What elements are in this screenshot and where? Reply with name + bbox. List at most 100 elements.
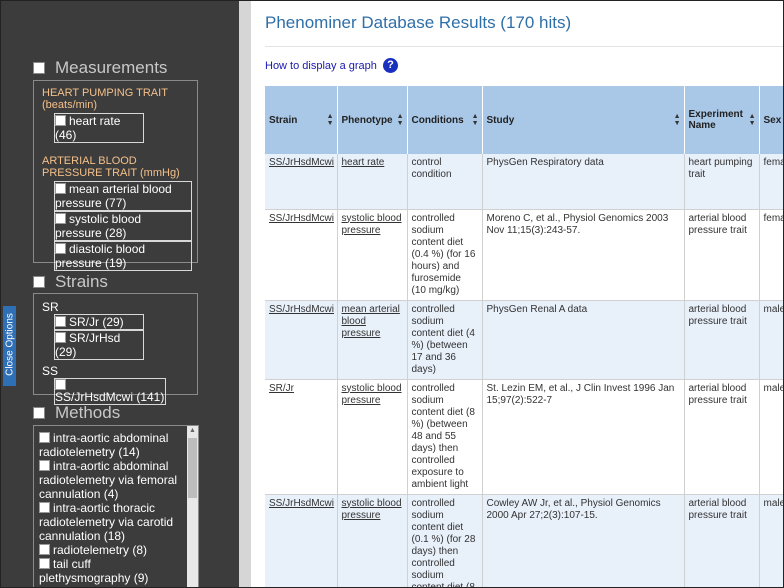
conditions-cell: controlled sodium content diet (8 %) (be… <box>407 379 483 495</box>
table-row: SR/Jr systolic blood pressure controlled… <box>265 379 783 495</box>
methods-list[interactable]: intra-aortic abdominal radiotelemetry (1… <box>33 425 199 587</box>
methods-scrollbar[interactable]: ▲ <box>187 426 198 587</box>
question-circle-icon[interactable]: ? <box>383 58 398 73</box>
how-to-graph-link[interactable]: How to display a graph <box>265 60 377 72</box>
option-mean-arterial-bp[interactable]: mean arterial blood pressure (77) <box>54 181 192 211</box>
study-cell: Moreno C, et al., Physiol Genomics 2003 … <box>482 209 685 301</box>
close-options-label: Close Options <box>4 313 16 376</box>
checkbox[interactable] <box>55 379 66 390</box>
strain-group-sr: SR <box>42 300 59 314</box>
checkbox[interactable] <box>39 502 50 513</box>
table-row: SS/JrHsdMcwi heart rate control conditio… <box>265 154 783 210</box>
sort-icon[interactable]: ▲ ▼ <box>472 113 479 127</box>
measurements-checkbox[interactable] <box>33 62 45 74</box>
checkbox[interactable] <box>55 243 66 254</box>
sex-cell: fema <box>759 209 783 301</box>
scrollbar-thumb[interactable] <box>188 438 197 498</box>
sex-cell: male <box>759 379 783 495</box>
sort-icon[interactable]: ▲ ▼ <box>749 113 756 127</box>
sex-cell: fema <box>759 154 783 210</box>
table-row: SS/JrHsdMcwi systolic blood pressure con… <box>265 494 783 587</box>
checkbox[interactable] <box>55 332 66 343</box>
panel-divider <box>239 1 251 587</box>
conditions-cell: controlled sodium content diet (0.4 %) (… <box>407 209 483 301</box>
checkbox[interactable] <box>39 544 50 555</box>
measurements-title: Measurements <box>55 58 168 77</box>
method-option[interactable]: radiotelemetry (8) <box>34 543 198 557</box>
methods-title: Methods <box>55 403 121 422</box>
measurements-box: HEART PUMPING TRAIT (beats/min) heart ra… <box>33 80 198 271</box>
strains-checkbox[interactable] <box>33 276 45 288</box>
study-cell: PhysGen Renal A data <box>482 300 685 380</box>
strain-link[interactable]: SS/JrHsdMcwi <box>269 498 334 509</box>
experiment-cell: heart pumping trait <box>684 154 760 210</box>
column-header-sex[interactable]: Sex <box>759 86 783 154</box>
experiment-cell: arterial blood pressure trait <box>684 379 760 495</box>
column-header-experiment-name[interactable]: Experiment Name ▲ ▼ <box>684 86 760 154</box>
conditions-cell: controlled sodium content diet (0.1 %) (… <box>407 494 483 587</box>
option-ss-jrhsdmcwi[interactable]: SS/JrHsdMcwi (141) <box>54 378 166 405</box>
page-title: Phenominer Database Results (170 hits) <box>265 13 572 32</box>
table-row: SS/JrHsdMcwi mean arterial blood pressur… <box>265 300 783 380</box>
checkbox[interactable] <box>55 316 66 327</box>
options-sidebar: Measurements HEART PUMPING TRAIT (beats/… <box>1 1 239 587</box>
divider <box>265 46 783 47</box>
strains-title: Strains <box>55 272 108 291</box>
conditions-cell: control condition <box>407 154 483 210</box>
checkbox[interactable] <box>39 432 50 443</box>
sort-icon[interactable]: ▲ ▼ <box>674 113 681 127</box>
strain-group-ss: SS <box>42 364 59 378</box>
checkbox[interactable] <box>55 183 66 194</box>
method-option[interactable]: intra-aortic abdominal radiotelemetry (1… <box>34 431 198 459</box>
scroll-up-icon[interactable]: ▲ <box>187 426 198 436</box>
methods-checkbox[interactable] <box>33 407 45 419</box>
checkbox[interactable] <box>55 115 66 126</box>
checkbox[interactable] <box>39 558 50 569</box>
phenotype-link[interactable]: heart rate <box>342 157 385 168</box>
option-diastolic-bp[interactable]: diastolic blood pressure (19) <box>54 241 192 271</box>
close-options-tab[interactable]: Close Options <box>3 306 16 386</box>
strain-link[interactable]: SR/Jr <box>269 383 294 394</box>
app-frame: Measurements HEART PUMPING TRAIT (beats/… <box>0 0 784 588</box>
column-header-study[interactable]: Study ▲ ▼ <box>482 86 685 154</box>
sex-cell: male <box>759 494 783 587</box>
sort-icon[interactable]: ▲ ▼ <box>397 113 404 127</box>
column-header-strain[interactable]: Strain ▲ ▼ <box>265 86 338 154</box>
method-option[interactable]: intra-aortic thoracic radiotelemetry via… <box>34 501 198 543</box>
strain-link[interactable]: SS/JrHsdMcwi <box>269 213 334 224</box>
option-sr-jr[interactable]: SR/Jr (29) <box>54 314 144 330</box>
experiment-cell: arterial blood pressure trait <box>684 209 760 301</box>
option-sr-jrhsd[interactable]: SR/JrHsd (29) <box>54 330 144 360</box>
experiment-cell: arterial blood pressure trait <box>684 300 760 380</box>
phenotype-link[interactable]: systolic blood pressure <box>342 213 402 236</box>
strain-link[interactable]: SS/JrHsdMcwi <box>269 157 334 168</box>
strains-header[interactable]: Strains <box>33 272 108 292</box>
category-arterial-bp: ARTERIAL BLOOD PRESSURE TRAIT (mmHg) <box>42 155 180 179</box>
study-cell: Cowley AW Jr, et al., Physiol Genomics 2… <box>482 494 685 587</box>
method-option[interactable]: tail cuff plethysmography (9) <box>34 557 198 585</box>
column-header-phenotype[interactable]: Phenotype ▲ ▼ <box>337 86 408 154</box>
phenotype-link[interactable]: mean arterial blood pressure <box>342 304 400 339</box>
study-cell: St. Lezin EM, et al., J Clin Invest 1996… <box>482 379 685 495</box>
methods-header[interactable]: Methods <box>33 403 120 423</box>
option-systolic-bp[interactable]: systolic blood pressure (28) <box>54 211 192 241</box>
study-cell: PhysGen Respiratory data <box>482 154 685 210</box>
method-option[interactable]: intra-aortic abdominal radiotelemetry vi… <box>34 459 198 501</box>
column-header-conditions[interactable]: Conditions ▲ ▼ <box>407 86 483 154</box>
option-heart-rate[interactable]: heart rate (46) <box>54 113 144 143</box>
sort-icon[interactable]: ▲ ▼ <box>327 113 334 127</box>
experiment-cell: arterial blood pressure trait <box>684 494 760 587</box>
checkbox[interactable] <box>39 460 50 471</box>
category-heart-pumping: HEART PUMPING TRAIT (beats/min) <box>42 87 168 111</box>
strains-box: SR SR/Jr (29) SR/JrHsd (29) SS SS/JrHsdM… <box>33 293 198 405</box>
results-table: Strain ▲ ▼ Phenotype ▲ ▼ Conditions ▲ ▼ Study ▲… <box>265 86 783 587</box>
phenotype-link[interactable]: systolic blood pressure <box>342 383 402 406</box>
measurements-header[interactable]: Measurements <box>33 58 167 78</box>
phenotype-link[interactable]: systolic blood pressure <box>342 498 402 521</box>
strain-link[interactable]: SS/JrHsdMcwi <box>269 304 334 315</box>
table-row: SS/JrHsdMcwi systolic blood pressure con… <box>265 209 783 301</box>
checkbox[interactable] <box>55 213 66 224</box>
table-header-row: Strain ▲ ▼ Phenotype ▲ ▼ Conditions ▲ ▼ Study ▲… <box>265 86 783 154</box>
results-panel: Phenominer Database Results (170 hits) H… <box>251 1 783 587</box>
sex-cell: male <box>759 300 783 380</box>
